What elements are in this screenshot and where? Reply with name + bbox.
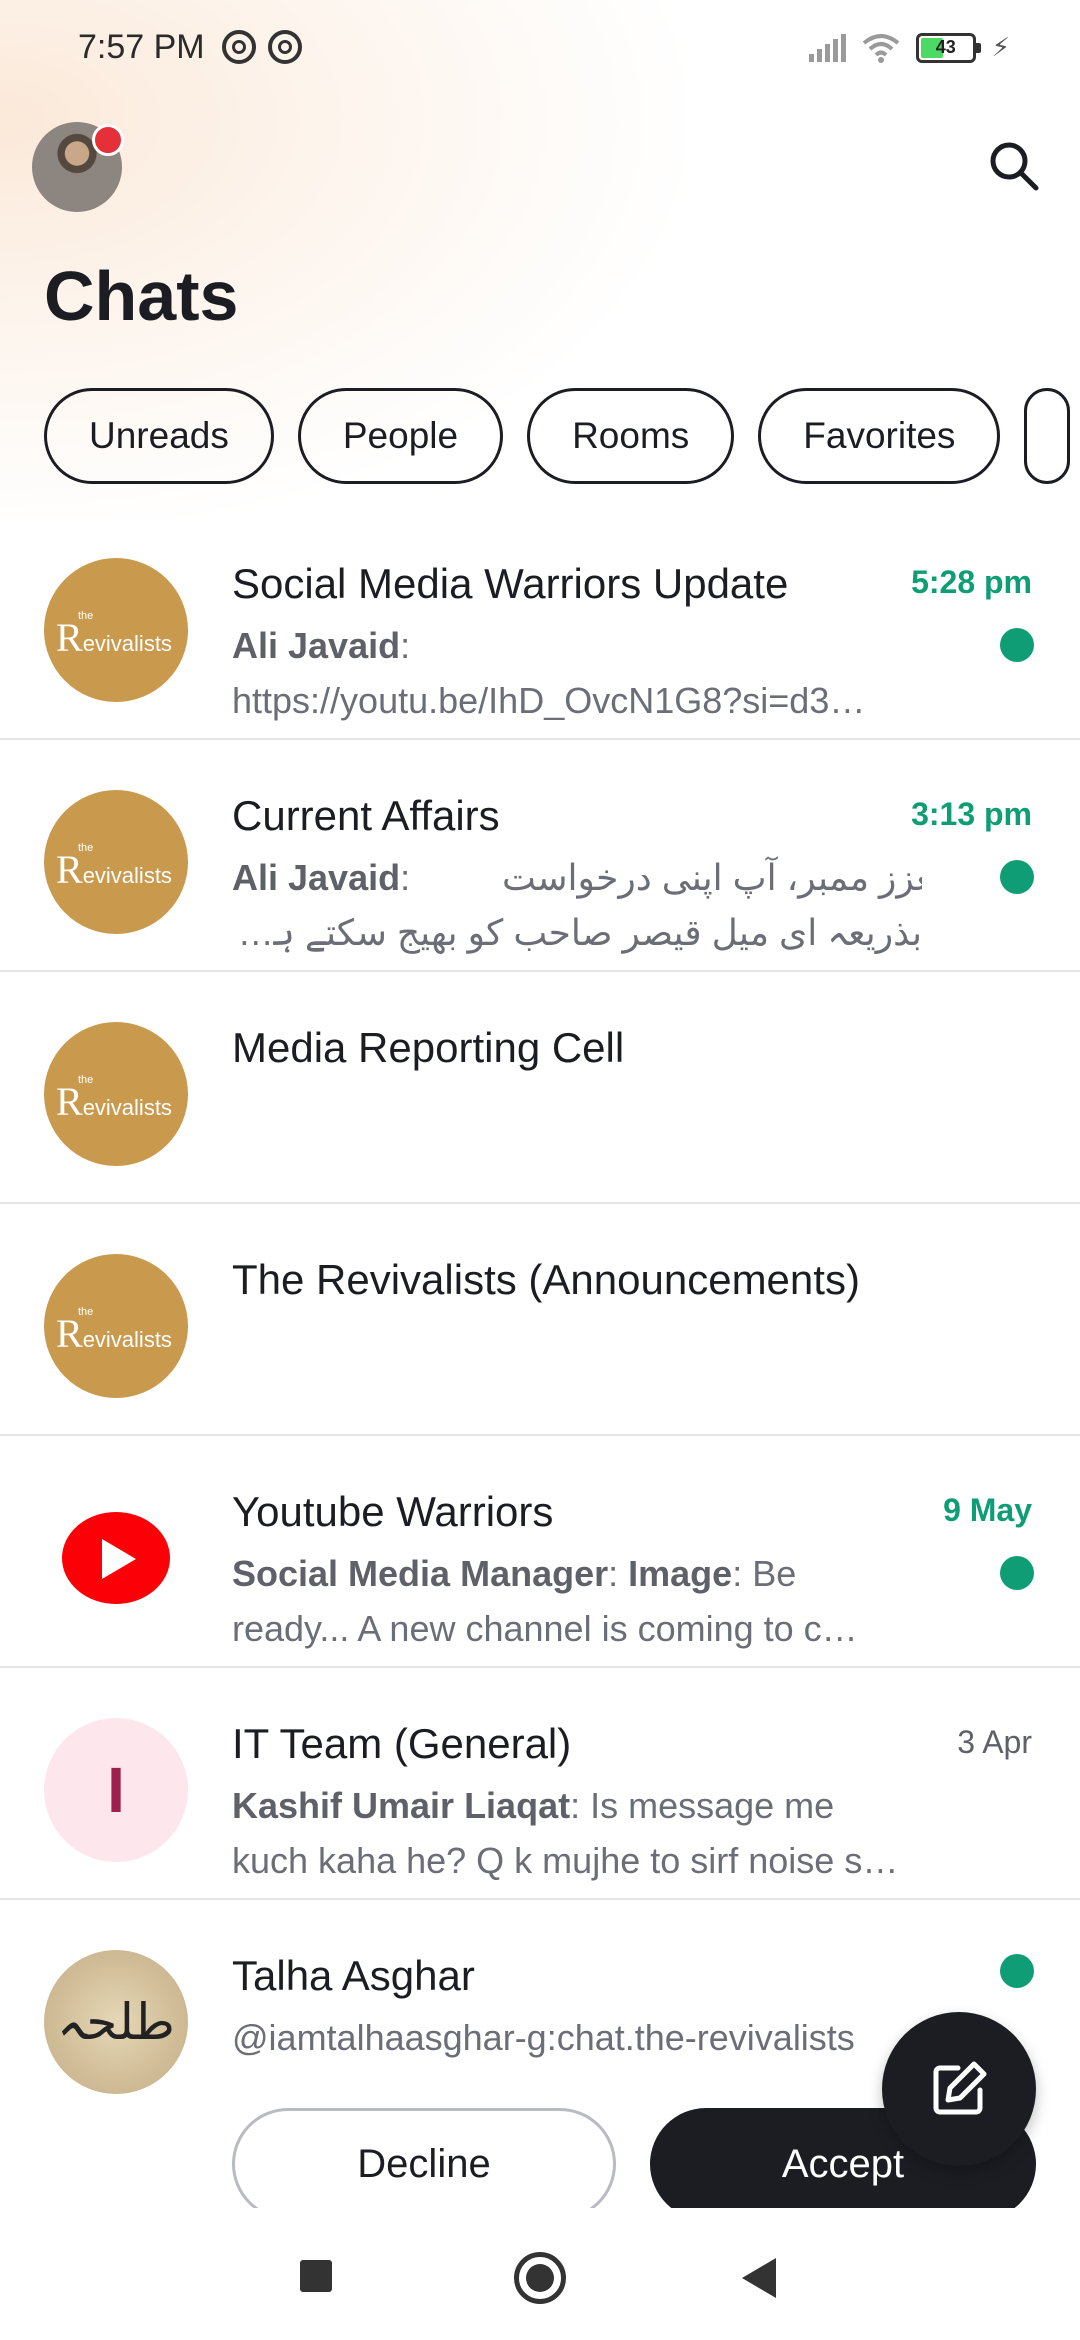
status-time: 7:57 PM	[78, 28, 205, 66]
avatar-calligraphy: طلحہ	[57, 1993, 175, 2051]
profile-avatar[interactable]	[32, 122, 124, 212]
compose-icon	[933, 2061, 987, 2115]
decline-button[interactable]: Decline	[232, 2108, 616, 2220]
revivalists-logo: the Revivalists	[56, 610, 172, 660]
message-sender: Ali Javaid	[232, 625, 401, 666]
message-text-2: ready... A new channel is coming to c…	[232, 1608, 858, 1649]
unread-indicator	[1000, 628, 1034, 662]
charging-icon: ⚡	[991, 32, 1010, 62]
home-icon[interactable]	[514, 2252, 566, 2304]
at-icon	[222, 30, 256, 64]
chat-preview: Social Media Manager: Image: Be ready...…	[232, 1546, 922, 1656]
message-text: معزز ممبر، آپ اپنی درخواست	[502, 857, 922, 898]
chat-row[interactable]: Youtube Warriors 9 May Social Media Mana…	[0, 1436, 1080, 1668]
filter-favorites[interactable]: Favorites	[758, 388, 1001, 484]
message-sender: Social Media Manager	[232, 1553, 609, 1594]
filter-chips: Unreads People Rooms Favorites	[44, 388, 1071, 484]
filter-rooms[interactable]: Rooms	[527, 388, 735, 484]
chat-name: Media Reporting Cell	[232, 1024, 625, 1071]
chat-name: Current Affairs	[232, 792, 500, 839]
message-text: : Be	[732, 1553, 797, 1594]
room-avatar	[44, 1486, 188, 1630]
at-icon	[268, 30, 302, 64]
unread-indicator	[1000, 860, 1034, 894]
search-icon[interactable]	[982, 134, 1046, 198]
room-avatar: the Revivalists	[44, 1254, 188, 1398]
status-bar: 7:57 PM 43 ⚡	[0, 0, 1080, 96]
chat-name: Youtube Warriors	[232, 1488, 554, 1535]
chat-name: Talha Asghar	[232, 1952, 475, 1999]
chat-row[interactable]: the Revivalists The Revivalists (Announce…	[0, 1204, 1080, 1436]
chat-row[interactable]: I IT Team (General) 3 Apr Kashif Umair L…	[0, 1668, 1080, 1900]
page-title: Chats	[44, 257, 239, 335]
message-tag: Image	[628, 1553, 733, 1594]
status-right-icons: 43 ⚡	[808, 32, 1010, 63]
message-sender: Kashif Umair Liaqat	[232, 1785, 571, 1826]
message-sender: Ali Javaid	[232, 857, 401, 898]
message-text-2: بذریعہ ای میل قیصر صاحب کو بھیج سکتے ہیں…	[232, 912, 922, 953]
battery-level: 43	[935, 36, 956, 57]
filter-more[interactable]	[1024, 388, 1071, 484]
room-avatar: the Revivalists	[44, 558, 188, 702]
unread-indicator	[1000, 1556, 1034, 1590]
message-text-2: kuch kaha he? Q k mujhe to sirf noise s…	[232, 1840, 899, 1881]
message-text: https://youtu.be/IhD_OvcN1G8?si=d3…	[232, 680, 866, 721]
chat-row[interactable]: the Revivalists Social Media Warriors Upd…	[0, 508, 1080, 740]
system-nav-bar	[0, 2208, 1080, 2340]
filter-people[interactable]: People	[297, 388, 504, 484]
unread-indicator	[1000, 1954, 1034, 1988]
battery-icon: 43	[915, 32, 981, 63]
user-handle: @iamtalhaasghar-g:chat.the-revivalists	[232, 2017, 855, 2058]
recents-icon[interactable]	[300, 2260, 332, 2292]
notification-dot	[92, 124, 124, 156]
signal-icon	[808, 33, 846, 62]
back-icon[interactable]	[742, 2258, 776, 2298]
chat-name: Social Media Warriors Update	[232, 560, 789, 607]
chat-row[interactable]: the Revivalists Media Reporting Cell	[0, 972, 1080, 1204]
youtube-icon	[62, 1512, 170, 1604]
invite-handle: @iamtalhaasghar-g:chat.the-revivalists	[232, 2010, 922, 2065]
chat-preview: Kashif Umair Liaqat: Is message me kuch …	[232, 1778, 922, 1888]
revivalists-logo: the Revivalists	[56, 1074, 172, 1124]
avatar-letter: I	[107, 1754, 125, 1826]
chat-time: 5:28 pm	[911, 564, 1032, 600]
filter-unreads[interactable]: Unreads	[44, 388, 274, 484]
chat-row[interactable]: the Revivalists Current Affairs 3:13 pm A…	[0, 740, 1080, 972]
user-avatar: طلحہ	[44, 1950, 188, 2094]
chat-preview: Ali Javaid: معزز ممبر، آپ اپنی درخواست ب…	[232, 850, 922, 960]
message-text: : Is message me	[570, 1785, 835, 1826]
chat-time: 3:13 pm	[911, 796, 1032, 832]
revivalists-logo: the Revivalists	[56, 842, 172, 892]
chat-name: The Revivalists (Announcements)	[232, 1256, 860, 1303]
chat-name: IT Team (General)	[232, 1720, 572, 1767]
revivalists-logo: the Revivalists	[56, 1306, 172, 1356]
chat-list: the Revivalists Social Media Warriors Upd…	[0, 508, 1080, 2190]
chat-preview: Ali Javaid: https://youtu.be/IhD_OvcN1G8…	[232, 618, 922, 728]
chat-time: 9 May	[943, 1492, 1032, 1528]
room-avatar: the Revivalists	[44, 790, 188, 934]
compose-button[interactable]	[882, 2012, 1036, 2166]
wifi-icon	[862, 33, 900, 63]
room-avatar: I	[44, 1718, 188, 1862]
status-notification-icons	[222, 30, 302, 64]
room-avatar: the Revivalists	[44, 1022, 188, 1166]
chat-time: 3 Apr	[957, 1724, 1032, 1760]
